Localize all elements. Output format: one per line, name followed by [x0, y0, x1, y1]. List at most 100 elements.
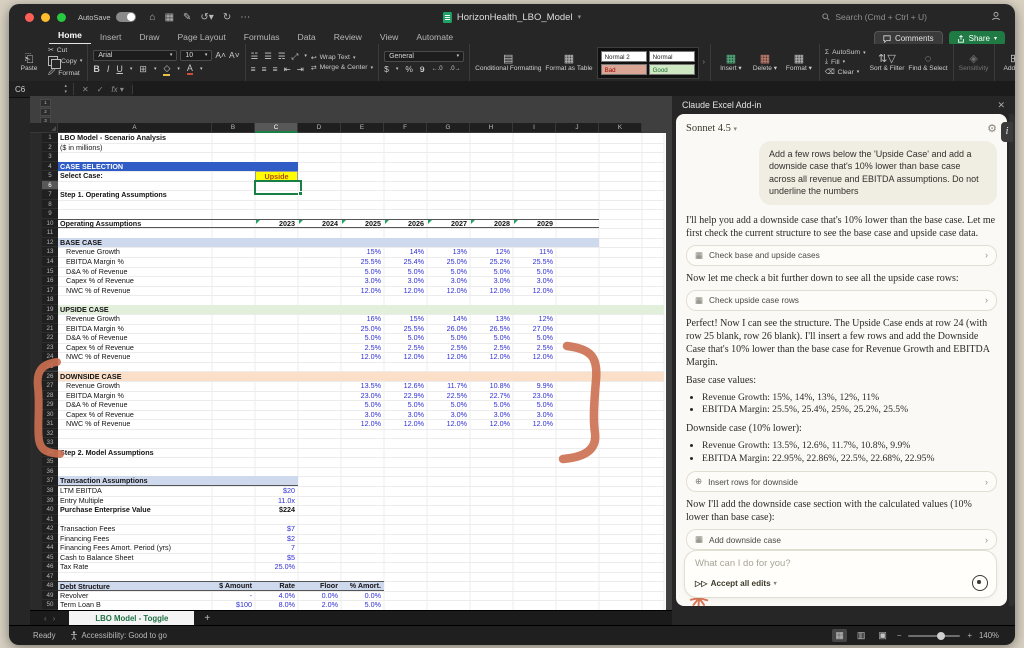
- grid-cell-A13[interactable]: Revenue Growth: [58, 247, 212, 257]
- grid-cell-A24[interactable]: NWC % of Revenue: [58, 352, 212, 362]
- grid-cell-G28[interactable]: 22.5%: [427, 391, 470, 401]
- grid-cell-G15[interactable]: 5.0%: [427, 267, 470, 277]
- settings-gear-icon[interactable]: ⚙: [987, 122, 997, 135]
- row-header-26[interactable]: 26: [42, 372, 58, 382]
- close-window-button[interactable]: [25, 13, 34, 22]
- grid-cell-H17[interactable]: 12.0%: [470, 286, 513, 296]
- grid-cell-A22[interactable]: D&A % of Revenue: [58, 333, 212, 343]
- tool-call-check-rows[interactable]: ▦ Check upside case rows ›: [686, 290, 997, 311]
- grid-cell-I22[interactable]: 5.0%: [513, 333, 556, 343]
- row-header-48[interactable]: 48: [42, 581, 58, 591]
- row-header-24[interactable]: 24: [42, 352, 58, 362]
- grid-cell-H27[interactable]: 10.8%: [470, 381, 513, 391]
- row-header-1[interactable]: 1: [42, 133, 58, 143]
- normal-view-icon[interactable]: ▦: [832, 629, 847, 642]
- accessibility-status[interactable]: Accessibility: Good to go: [70, 631, 167, 640]
- delete-cells-button[interactable]: ▦Delete ▾: [750, 53, 780, 73]
- bold-button[interactable]: B: [93, 64, 100, 74]
- grid-cell-E50[interactable]: 5.0%: [341, 600, 384, 610]
- cell-style-normal[interactable]: Normal: [649, 51, 695, 62]
- minimize-window-button[interactable]: [41, 13, 50, 22]
- grid-cell-G22[interactable]: 5.0%: [427, 333, 470, 343]
- grid-cell-C49[interactable]: 4.0%: [255, 591, 298, 601]
- grid-cell-G29[interactable]: 5.0%: [427, 400, 470, 410]
- grid-cell-F23[interactable]: 2.5%: [384, 343, 427, 353]
- format-cells-button[interactable]: ▦Format ▾: [784, 53, 814, 73]
- document-title[interactable]: HorizonHealth_LBO_Model ▾: [443, 12, 581, 23]
- column-header-G[interactable]: G: [427, 123, 470, 133]
- redo-icon[interactable]: ↻: [223, 12, 231, 23]
- row-header-14[interactable]: 14: [42, 257, 58, 267]
- grid-cell-I10[interactable]: 2029: [513, 219, 556, 229]
- comma-icon[interactable]: 𝟗: [420, 64, 425, 75]
- row-header-45[interactable]: 45: [42, 553, 58, 563]
- grid-cell-C50[interactable]: 8.0%: [255, 600, 298, 610]
- grid-cell-H13[interactable]: 12%: [470, 247, 513, 257]
- row-header-37[interactable]: 37: [42, 476, 58, 486]
- grid-cell-F31[interactable]: 12.0%: [384, 419, 427, 429]
- increase-decimal-icon[interactable]: ←.0: [432, 66, 443, 72]
- grow-font-icon[interactable]: A˄: [215, 50, 226, 60]
- grid-cell-A27[interactable]: Revenue Growth: [58, 381, 212, 391]
- row-header-33[interactable]: 33: [42, 438, 58, 448]
- indent-icon[interactable]: ⇥: [297, 64, 304, 75]
- row-header-42[interactable]: 42: [42, 524, 58, 534]
- grid-cell-C42[interactable]: $7: [255, 524, 298, 534]
- grid-cell-A50[interactable]: Term Loan B: [58, 600, 212, 610]
- grid-cell-E14[interactable]: 25.5%: [341, 257, 384, 267]
- grid-cell-G10[interactable]: 2027: [427, 219, 470, 229]
- close-sidebar-icon[interactable]: ✕: [997, 100, 1005, 111]
- add-sheet-button[interactable]: +: [204, 613, 210, 624]
- grid-cell-A28[interactable]: EBITDA Margin %: [58, 391, 212, 401]
- row-header-40[interactable]: 40: [42, 505, 58, 515]
- grid-cell-G13[interactable]: 13%: [427, 247, 470, 257]
- grid-cell-E29[interactable]: 5.0%: [341, 400, 384, 410]
- styles-gallery-expander[interactable]: ›: [703, 59, 705, 66]
- fill-button[interactable]: ⤓Fill▾: [825, 58, 866, 66]
- row-header-21[interactable]: 21: [42, 324, 58, 334]
- grid-cell-C38[interactable]: $20: [255, 486, 298, 496]
- outdent-icon[interactable]: ⇤: [284, 64, 291, 75]
- underline-button[interactable]: U: [116, 64, 123, 74]
- undo-icon[interactable]: ↺▾: [200, 12, 213, 23]
- grid-cell-E28[interactable]: 23.0%: [341, 391, 384, 401]
- zoom-level[interactable]: 140%: [979, 631, 999, 640]
- grid-cell-G24[interactable]: 12.0%: [427, 352, 470, 362]
- font-name-select[interactable]: Arial▾: [93, 50, 177, 61]
- sort-filter-button[interactable]: ⇅▽Sort & Filter: [870, 53, 905, 73]
- format-painter-button[interactable]: 🖉Format: [48, 68, 82, 79]
- row-header-50[interactable]: 50: [42, 600, 58, 610]
- row-header-3[interactable]: 3: [42, 152, 58, 162]
- grid-cell-A38[interactable]: LTM EBITDA: [58, 486, 212, 496]
- grid-cell-E10[interactable]: 2025: [341, 219, 384, 229]
- grid-cell-E20[interactable]: 16%: [341, 314, 384, 324]
- sheet-tab-active[interactable]: LBO Model - Toggle: [69, 611, 194, 626]
- grid-cell-F27[interactable]: 12.6%: [384, 381, 427, 391]
- grid-cell-F14[interactable]: 25.4%: [384, 257, 427, 267]
- grid-cell-I13[interactable]: 11%: [513, 247, 556, 257]
- row-header-30[interactable]: 30: [42, 410, 58, 420]
- merge-center-button[interactable]: ⇄Merge & Center▾: [311, 64, 373, 72]
- cut-button[interactable]: ✂Cut: [48, 46, 82, 54]
- grid-cell-I16[interactable]: 3.0%: [513, 276, 556, 286]
- model-selector[interactable]: Sonnet 4.5 ▾: [686, 123, 737, 134]
- grid-cell-I30[interactable]: 3.0%: [513, 410, 556, 420]
- grid-cell-I28[interactable]: 23.0%: [513, 391, 556, 401]
- grid-cell-C40[interactable]: $224: [255, 505, 298, 515]
- column-header-E[interactable]: E: [341, 123, 384, 133]
- grid-cell-H24[interactable]: 12.0%: [470, 352, 513, 362]
- row-header-46[interactable]: 46: [42, 562, 58, 572]
- grid-cell-G17[interactable]: 12.0%: [427, 286, 470, 296]
- fill-color-icon[interactable]: ◇: [163, 63, 170, 76]
- search-box[interactable]: Search (Cmd + Ctrl + U): [822, 12, 927, 22]
- grid-cell-F15[interactable]: 5.0%: [384, 267, 427, 277]
- grid-cell-D50[interactable]: 2.0%: [298, 600, 341, 610]
- format-as-table-button[interactable]: ▦ Format as Table: [545, 53, 592, 73]
- grid-cell-C48[interactable]: Rate: [255, 581, 298, 591]
- grid-cell-A46[interactable]: Tax Rate: [58, 562, 212, 572]
- grid-cell-A49[interactable]: Revolver: [58, 591, 212, 601]
- grid-cell-E24[interactable]: 12.0%: [341, 352, 384, 362]
- grid-cell-C43[interactable]: $2: [255, 534, 298, 544]
- grid-cell-E13[interactable]: 15%: [341, 247, 384, 257]
- grid-cell-H14[interactable]: 25.2%: [470, 257, 513, 267]
